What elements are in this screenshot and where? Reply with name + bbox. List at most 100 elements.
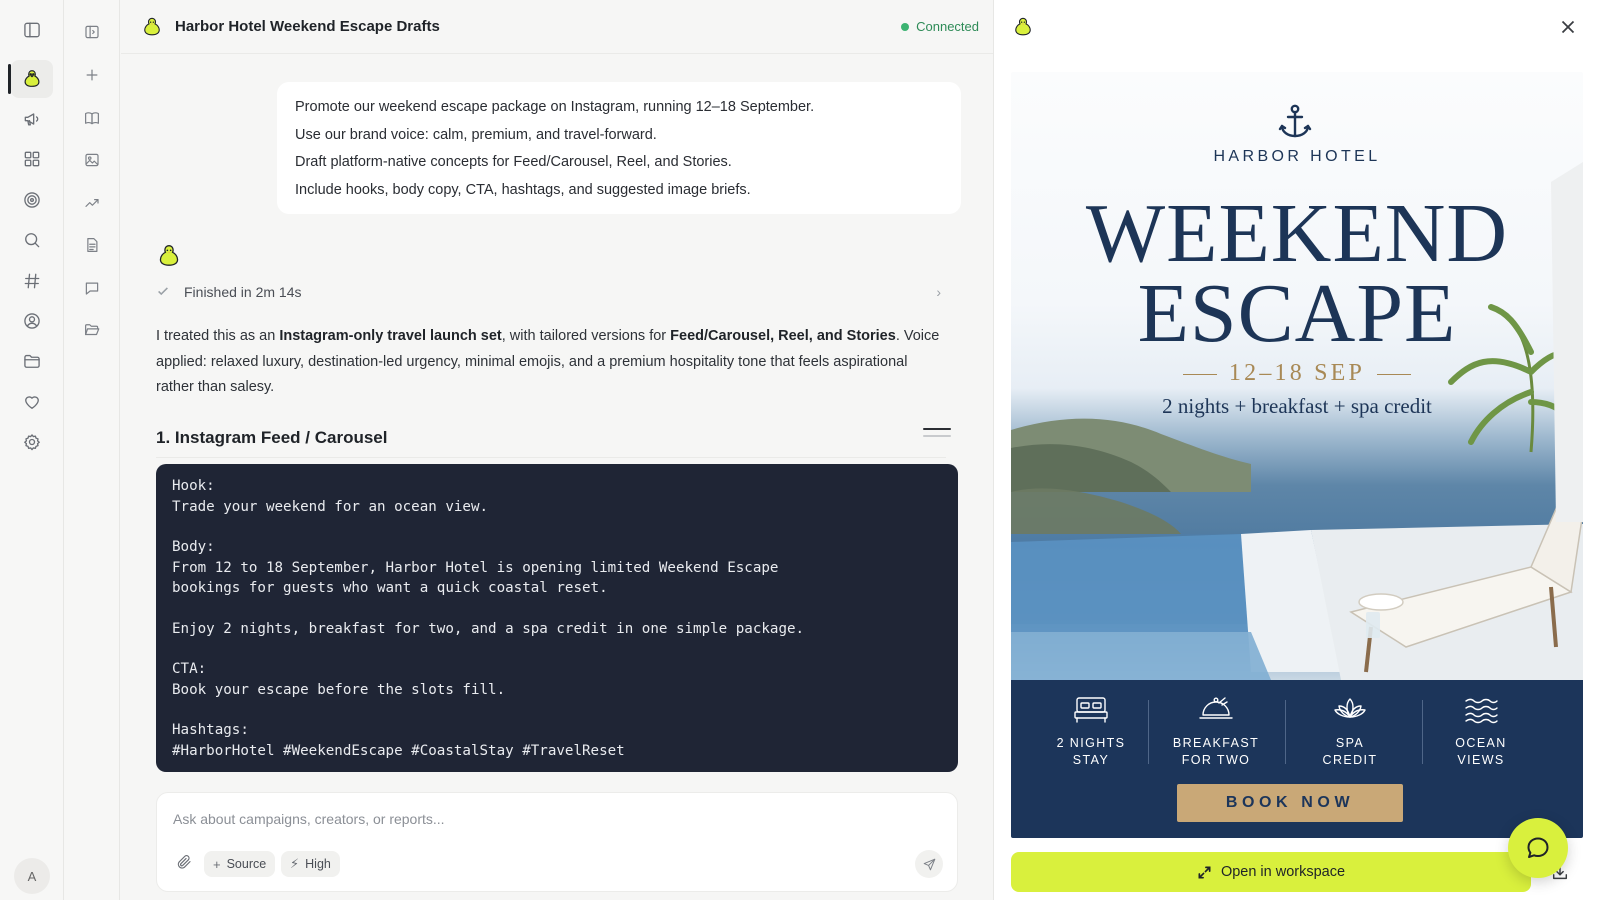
poster-hero: HARBOR HOTEL WEEKEND ESCAPE 12–18 SEP 2 …	[1011, 72, 1583, 680]
priority-chip[interactable]: ⚡︎ High	[281, 851, 340, 877]
avatar-initial: A	[27, 868, 37, 884]
status-label: Connected	[916, 19, 979, 34]
images-button[interactable]	[76, 144, 108, 176]
documents-button[interactable]	[76, 229, 108, 261]
close-preview-button[interactable]	[1557, 16, 1579, 38]
user-message-line: Promote our weekend escape package on In…	[295, 99, 815, 115]
feature-label-line1: OCEAN	[1455, 736, 1507, 750]
plus-icon	[86, 69, 98, 81]
close-icon	[1561, 20, 1575, 34]
rail-item-dashboard[interactable]	[11, 140, 53, 178]
feature-nights: 2 NIGHTS STAY	[1031, 694, 1151, 769]
rail-item-assistant[interactable]	[8, 60, 53, 98]
priority-chip-label: High	[305, 857, 331, 871]
rail-item-favorites[interactable]	[11, 383, 53, 421]
target-icon	[24, 192, 40, 208]
poster-preview[interactable]: HARBOR HOTEL WEEKEND ESCAPE 12–18 SEP 2 …	[1011, 72, 1583, 838]
panel-right-icon	[85, 25, 99, 39]
run-summary-toggle[interactable]: Finished in 2m 14s ›	[156, 280, 941, 304]
secondary-rail	[64, 0, 120, 900]
send-icon	[923, 858, 935, 870]
book-now-button[interactable]: BOOK NOW	[1177, 784, 1403, 822]
section-heading: 1. Instagram Feed / Carousel	[156, 428, 946, 458]
chat-bubble-icon	[1527, 837, 1549, 858]
reply-bold: Feed/Carousel, Reel, and Stories	[670, 328, 896, 344]
connection-status: Connected	[901, 19, 979, 34]
feature-label-line2: STAY	[1072, 753, 1110, 767]
feature-label: OCEAN VIEWS	[1421, 735, 1541, 769]
source-chip[interactable]: + Source	[204, 851, 276, 877]
code-line: #HarborHotel #WeekendEscape #CoastalStay…	[172, 742, 625, 759]
preview-header	[994, 0, 1600, 54]
trend-icon	[85, 199, 99, 207]
code-line: Enjoy 2 nights, breakfast for two, and a…	[172, 620, 805, 637]
reply-bold: Instagram-only travel launch set	[279, 328, 502, 344]
panel-left-icon	[24, 22, 40, 38]
chat-input[interactable]	[173, 807, 933, 831]
user-message: Promote our weekend escape package on In…	[277, 82, 961, 214]
feature-breakfast: BREAKFAST FOR TWO	[1156, 694, 1276, 769]
open-in-workspace-button[interactable]: Open in workspace	[1011, 852, 1531, 892]
waves-icon	[1465, 698, 1498, 724]
user-circle-icon	[24, 313, 40, 329]
chat-support-button[interactable]	[1508, 818, 1568, 878]
sidebar-toggle-button[interactable]	[11, 11, 53, 49]
reply-text: I treated this as an	[156, 328, 280, 344]
message-composer: + Source ⚡︎ High	[156, 792, 958, 892]
chevron-right-icon: ›	[936, 284, 941, 300]
bed-icon	[1074, 697, 1108, 723]
rail-item-files[interactable]	[11, 342, 53, 380]
chat-icon	[85, 282, 99, 295]
divider	[1182, 373, 1217, 376]
rail-item-campaigns[interactable]	[11, 100, 53, 138]
library-button[interactable]	[76, 102, 108, 134]
paperclip-icon[interactable]	[175, 853, 197, 875]
book-icon	[85, 112, 99, 125]
rail-item-channels[interactable]	[11, 262, 53, 300]
code-line: Hashtags:	[172, 722, 249, 738]
feature-label-line1: SPA	[1335, 736, 1365, 750]
user-message-line: Include hooks, body copy, CTA, hashtags,…	[295, 181, 751, 198]
user-avatar[interactable]: A	[14, 858, 50, 894]
code-line: Hook:	[172, 478, 215, 494]
messages-button[interactable]	[76, 272, 108, 304]
poster-dates: 12–18 SEP	[1011, 360, 1583, 387]
poster-brand: HARBOR HOTEL	[1213, 148, 1381, 165]
poster-features-bar: 2 NIGHTS STAY BREAKFAST FOR TWO SPA CREDIT …	[1011, 680, 1583, 838]
divider	[1377, 373, 1412, 376]
plus-icon: +	[213, 856, 221, 872]
feature-divider	[1285, 700, 1286, 764]
send-button[interactable]	[915, 850, 943, 878]
section-menu-icon[interactable]	[923, 428, 951, 446]
rail-item-creators[interactable]	[11, 302, 53, 340]
chat-panel: Harbor Hotel Weekend Escape Drafts Conne…	[121, 0, 993, 900]
poster-headline-line2: ESCAPE	[1137, 267, 1457, 360]
feature-label-line2: VIEWS	[1457, 753, 1505, 767]
lotus-icon	[1334, 698, 1366, 718]
code-block: Hook: Trade your weekend for an ocean vie…	[156, 464, 958, 772]
feature-label-line2: CREDIT	[1322, 753, 1378, 767]
panel-collapse-button[interactable]	[76, 16, 108, 48]
duck-logo-icon	[144, 17, 160, 35]
feature-label: 2 NIGHTS STAY	[1031, 735, 1151, 769]
duck-logo-icon	[1015, 17, 1031, 36]
image-icon	[85, 153, 99, 167]
lightning-icon: ⚡︎	[290, 856, 300, 871]
rail-item-settings[interactable]	[11, 423, 53, 461]
code-line: CTA:	[172, 661, 207, 677]
feature-label: BREAKFAST FOR TWO	[1156, 735, 1276, 769]
gear-icon	[24, 434, 40, 451]
feature-divider	[1148, 700, 1149, 764]
expand-icon	[1198, 866, 1211, 878]
code-line: From 12 to 18 September, Harbor Hotel is…	[172, 559, 779, 576]
trends-button[interactable]	[76, 187, 108, 219]
feature-spa: SPA CREDIT	[1290, 694, 1410, 769]
feature-label: SPA CREDIT	[1290, 735, 1410, 769]
code-line: Book your escape before the slots fill.	[172, 681, 506, 698]
hash-icon	[24, 273, 40, 289]
new-item-button[interactable]	[76, 59, 108, 91]
cloche-icon	[1199, 697, 1233, 719]
folders-button[interactable]	[76, 314, 108, 346]
rail-item-goals[interactable]	[11, 181, 53, 219]
rail-item-search[interactable]	[11, 221, 53, 259]
